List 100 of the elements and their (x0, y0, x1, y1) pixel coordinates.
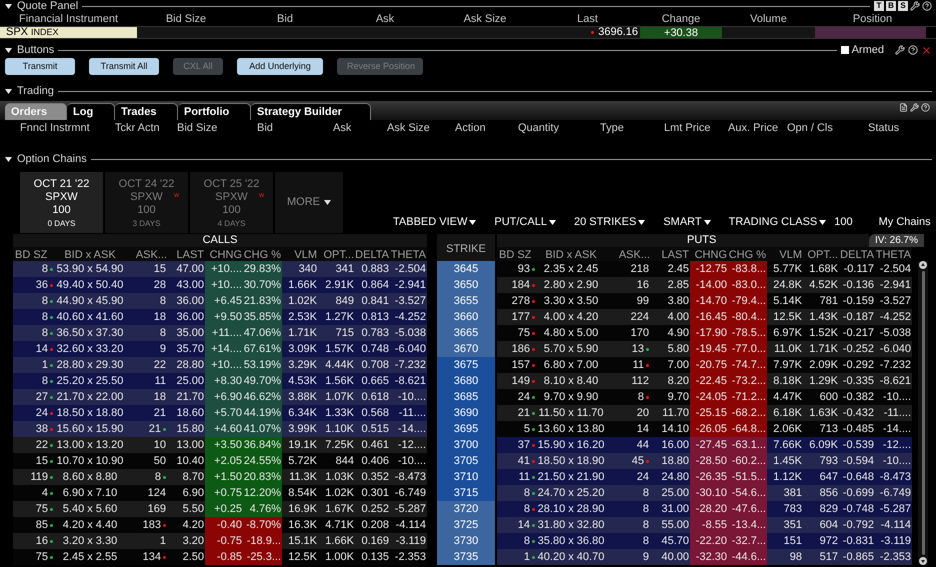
put-row[interactable]: 184 2.80 x 2.90 16 2.85 -14.00 -83.0... 24.8K 4.52K -0.136 -2.941 (497, 277, 912, 293)
call-row[interactable]: 75 2.45 x 2.55 134 2.50 -0.85 -25.3... 12.5K 1.00K 0.135 -2.353 (13, 549, 427, 565)
dropdown-menu[interactable]: PUT/CALL (494, 214, 556, 230)
call-row[interactable]: 24 18.50 x 18.80 21 18.60 +5.70 44.19% 6.34K 1.33K 0.568 -11.... (13, 405, 427, 421)
column-header[interactable]: CHG % (728, 247, 767, 264)
put-row[interactable]: 8 35.80 x 36.80 8 45.70 -22.20 -32.7... 151 972 -0.831 -3.119 (497, 533, 912, 549)
armed-checkbox[interactable] (840, 46, 849, 54)
toolbar-toggle[interactable]: B (886, 1, 896, 11)
column-header[interactable]: BID x ASK (537, 247, 605, 264)
strike-cell[interactable]: 3645 (437, 261, 495, 277)
column-header[interactable]: Bid (257, 120, 333, 136)
column-header[interactable]: Bid (235, 10, 335, 28)
column-header[interactable]: Position (815, 10, 930, 28)
scrollbar[interactable] (918, 261, 928, 565)
dropdown-menu[interactable]: TRADING CLASS (728, 214, 826, 230)
collapse-caret-icon[interactable] (4, 2, 13, 10)
column-header[interactable]: DELTA (355, 247, 390, 264)
call-row[interactable]: 16 3.20 x 3.30 1 3.20 -0.75 -18.9... 15.1K 1.66K 0.169 -3.119 (13, 533, 427, 549)
strike-cell[interactable]: 3685 (437, 389, 495, 405)
column-header[interactable]: Ask Size (435, 10, 535, 28)
collapse-caret-icon[interactable] (4, 154, 13, 164)
put-row[interactable]: 1 40.20 x 40.70 9 40.00 -32.30 -44.6... 98 517 -0.865 -2.353 (497, 549, 912, 565)
column-header[interactable]: Change (640, 10, 722, 28)
dropdown-menu[interactable]: TABBED VIEW (393, 214, 476, 230)
toolbar-toggle[interactable]: S (898, 1, 908, 11)
column-header[interactable]: LAST (651, 247, 690, 264)
put-row[interactable]: 93 2.35 x 2.45 218 2.45 -12.75 -83.8... 5.77K 1.68K -0.117 -2.504 (497, 261, 912, 277)
more-tab[interactable]: MORE (275, 172, 343, 233)
expiry-tab[interactable]: OCT 21 '22 SPXW 100 0 DAYS (20, 172, 103, 233)
strike-cell[interactable]: 3670 (437, 341, 495, 357)
call-row[interactable]: 1 28.80 x 29.30 22 28.80 +10....53.19% 3.29K 4.44K 0.708 -7.232 (13, 357, 427, 373)
strike-cell[interactable]: 3735 (437, 549, 495, 565)
column-header[interactable]: THETA (875, 247, 912, 264)
column-header[interactable]: Action (455, 120, 518, 136)
put-row[interactable]: 157 6.80 x 7.00 11 7.00 -20.75 -74.7... 7.97K 2.09K -0.292 -7.232 (497, 357, 912, 373)
trading-tab[interactable]: Trades (115, 103, 178, 120)
dropdown-menu[interactable]: 20 STRIKES (574, 214, 646, 230)
strike-cell[interactable]: 3660 (437, 309, 495, 325)
call-row[interactable]: 36 49.40 x 50.40 28 43.00 +10....30.70% 1.66K 2.91K 0.864 -2.941 (13, 277, 427, 293)
column-header[interactable]: OPT... (803, 247, 839, 264)
my-chains-button[interactable]: My Chains (878, 214, 931, 230)
column-header[interactable]: BID x ASK (55, 247, 125, 264)
column-header[interactable]: Aux. Price (728, 120, 787, 136)
strike-cell[interactable]: 3700 (437, 437, 495, 453)
call-row[interactable]: 8 40.60 x 41.60 18 36.00 +9.50 35.85% 2.53K 1.27K 0.813 -4.252 (13, 309, 427, 325)
column-header[interactable]: Bid Size (177, 120, 257, 136)
put-row[interactable]: 37 15.90 x 16.20 44 16.00 -27.45 -63.1... 7.66K 6.09K -0.539 -12.... (497, 437, 912, 453)
column-header[interactable]: Financial Instrument (0, 10, 137, 28)
column-header[interactable]: BD SZ (13, 247, 55, 264)
help-icon[interactable] (908, 45, 918, 55)
call-row[interactable]: 27 21.70 x 22.00 18 21.70 +6.90 46.62% 3.88K 1.07K 0.618 -10.... (13, 389, 427, 405)
column-header[interactable]: Last (535, 10, 640, 28)
column-header[interactable]: Ask (335, 10, 435, 28)
column-header[interactable]: ASK... (125, 247, 168, 264)
column-header[interactable]: CHG % (243, 247, 282, 264)
strike-cell[interactable]: 3705 (437, 453, 495, 469)
strike-cell[interactable]: 3720 (437, 501, 495, 517)
call-row[interactable]: 8 44.90 x 45.90 8 36.00 +6.45 21.83% 1.02K 849 0.841 -3.527 (13, 293, 427, 309)
put-row[interactable]: 149 8.10 x 8.40 112 8.20 -22.45 -73.2... 8.18K 1.29K -0.335 -8.621 (497, 373, 912, 389)
call-row[interactable]: 85 4.20 x 4.40 183 4.20 -0.40 -8.70% 16.3K 4.71K 0.208 -4.114 (13, 517, 427, 533)
column-header[interactable]: LAST (168, 247, 205, 264)
column-header[interactable]: CHNG (205, 247, 243, 264)
strike-cell[interactable]: 3650 (437, 277, 495, 293)
put-row[interactable]: 11 21.50 x 21.90 24 24.80 -26.35 -51.5... 1.12K 647 -0.648 -8.473 (497, 469, 912, 485)
put-row[interactable]: 14 31.80 x 32.80 8 55.00 -8.55 -13.4... 351 604 -0.792 -4.114 (497, 517, 912, 533)
close-icon[interactable] (921, 44, 932, 56)
call-row[interactable]: 15 10.70 x 10.90 50 10.40 +2.05 24.55% 5.72K 844 0.406 -10.... (13, 453, 427, 469)
column-header[interactable]: Volume (722, 10, 815, 28)
column-header[interactable]: Ask (333, 120, 387, 136)
help-icon[interactable] (922, 1, 932, 11)
strike-cell[interactable]: 3695 (437, 421, 495, 437)
put-row[interactable]: 177 4.00 x 4.20 224 4.00 -16.45 -80.4... 12.5K 1.43K -0.187 -4.252 (497, 309, 912, 325)
column-header[interactable]: Fnncl Instrmnt (20, 120, 115, 136)
put-row[interactable]: 21 11.50 x 11.70 20 11.70 -25.15 -68.2... 6.18K 1.63K -0.432 -11.... (497, 405, 912, 421)
column-header[interactable]: ASK... (605, 247, 651, 264)
call-row[interactable]: 119 8.60 x 8.80 8 8.70 +1.50 20.83% 11.3K 1.03K 0.352 -8.473 (13, 469, 427, 485)
scroll-down-icon[interactable] (919, 557, 927, 565)
strike-cell[interactable]: 3665 (437, 325, 495, 341)
call-row[interactable]: 75 5.40 x 5.60 169 5.50 +0.25 4.76% 16.9K 1.67K 0.252 -5.287 (13, 501, 427, 517)
column-header[interactable]: VLM (282, 247, 318, 264)
strike-cell[interactable]: 3655 (437, 293, 495, 309)
column-header[interactable]: OPT... (318, 247, 355, 264)
call-row[interactable]: 4 6.90 x 7.10 124 6.90 +0.75 12.20% 8.54K 1.02K 0.301 -6.749 (13, 485, 427, 501)
document-icon[interactable] (899, 103, 908, 112)
strike-cell[interactable]: 3680 (437, 373, 495, 389)
column-header[interactable]: Quantity (518, 120, 600, 136)
column-header[interactable]: Status (868, 120, 928, 136)
put-row[interactable]: 8 28.10 x 28.90 8 31.00 -28.20 -47.6... 783 829 -0.748 -5.287 (497, 501, 912, 517)
column-header[interactable]: Ask Size (387, 120, 455, 136)
dropdown-menu[interactable]: SMART (663, 214, 711, 230)
put-row[interactable]: 8 24.70 x 25.20 8 25.00 -30.10 -54.6... 381 856 -0.699 -6.749 (497, 485, 912, 501)
put-row[interactable]: 5 13.60 x 13.80 14 14.10 -26.05 -64.8... 2.06K 713 -0.485 -14.... (497, 421, 912, 437)
column-header[interactable]: Lmt Price (664, 120, 728, 136)
put-row[interactable]: 278 3.30 x 3.50 99 3.80 -14.70 -79.4... 5.14K 781 -0.159 -3.527 (497, 293, 912, 309)
strike-cell[interactable]: 3710 (437, 469, 495, 485)
trading-tab[interactable]: Log (67, 103, 115, 120)
collapse-caret-icon[interactable] (4, 86, 13, 96)
trading-tab[interactable]: Portfolio (178, 103, 251, 120)
call-row[interactable]: 8 36.50 x 37.30 8 35.00 +11....47.06% 1.71K 715 0.783 -5.038 (13, 325, 427, 341)
call-row[interactable]: 38 15.60 x 15.90 21 15.80 +4.60 41.07% 3.99K 1.10K 0.515 -14.... (13, 421, 427, 437)
